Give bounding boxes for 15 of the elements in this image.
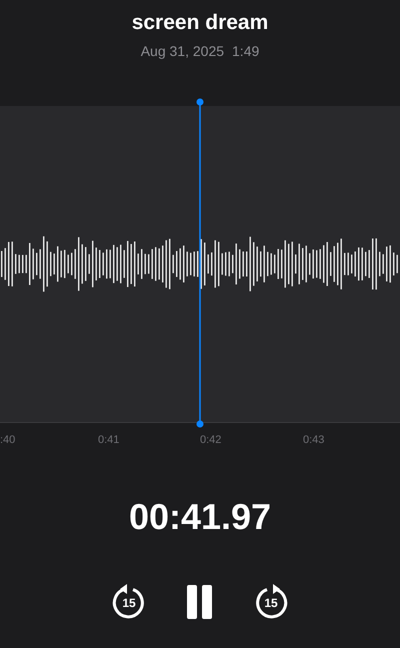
- recording-date: Aug 31, 2025: [140, 42, 224, 61]
- time-tick-label: 0:41: [98, 432, 120, 448]
- pause-button[interactable]: [185, 584, 215, 620]
- circular-arrow-icon: [253, 584, 289, 620]
- time-tick-label: 0:42: [200, 432, 222, 448]
- skip-back-button[interactable]: 15: [111, 584, 147, 620]
- circular-arrow-icon: [111, 584, 147, 620]
- time-tick-label: :40: [0, 432, 16, 448]
- time-tick-label: 0:43: [303, 432, 324, 448]
- playback-time: 00:41.97: [128, 494, 272, 538]
- pause-icon: [187, 584, 213, 618]
- playhead[interactable]: [195, 98, 205, 428]
- skip-forward-button[interactable]: 15: [253, 584, 289, 620]
- recording-title: screen dream: [132, 10, 268, 36]
- recording-duration: 1:49: [232, 42, 260, 60]
